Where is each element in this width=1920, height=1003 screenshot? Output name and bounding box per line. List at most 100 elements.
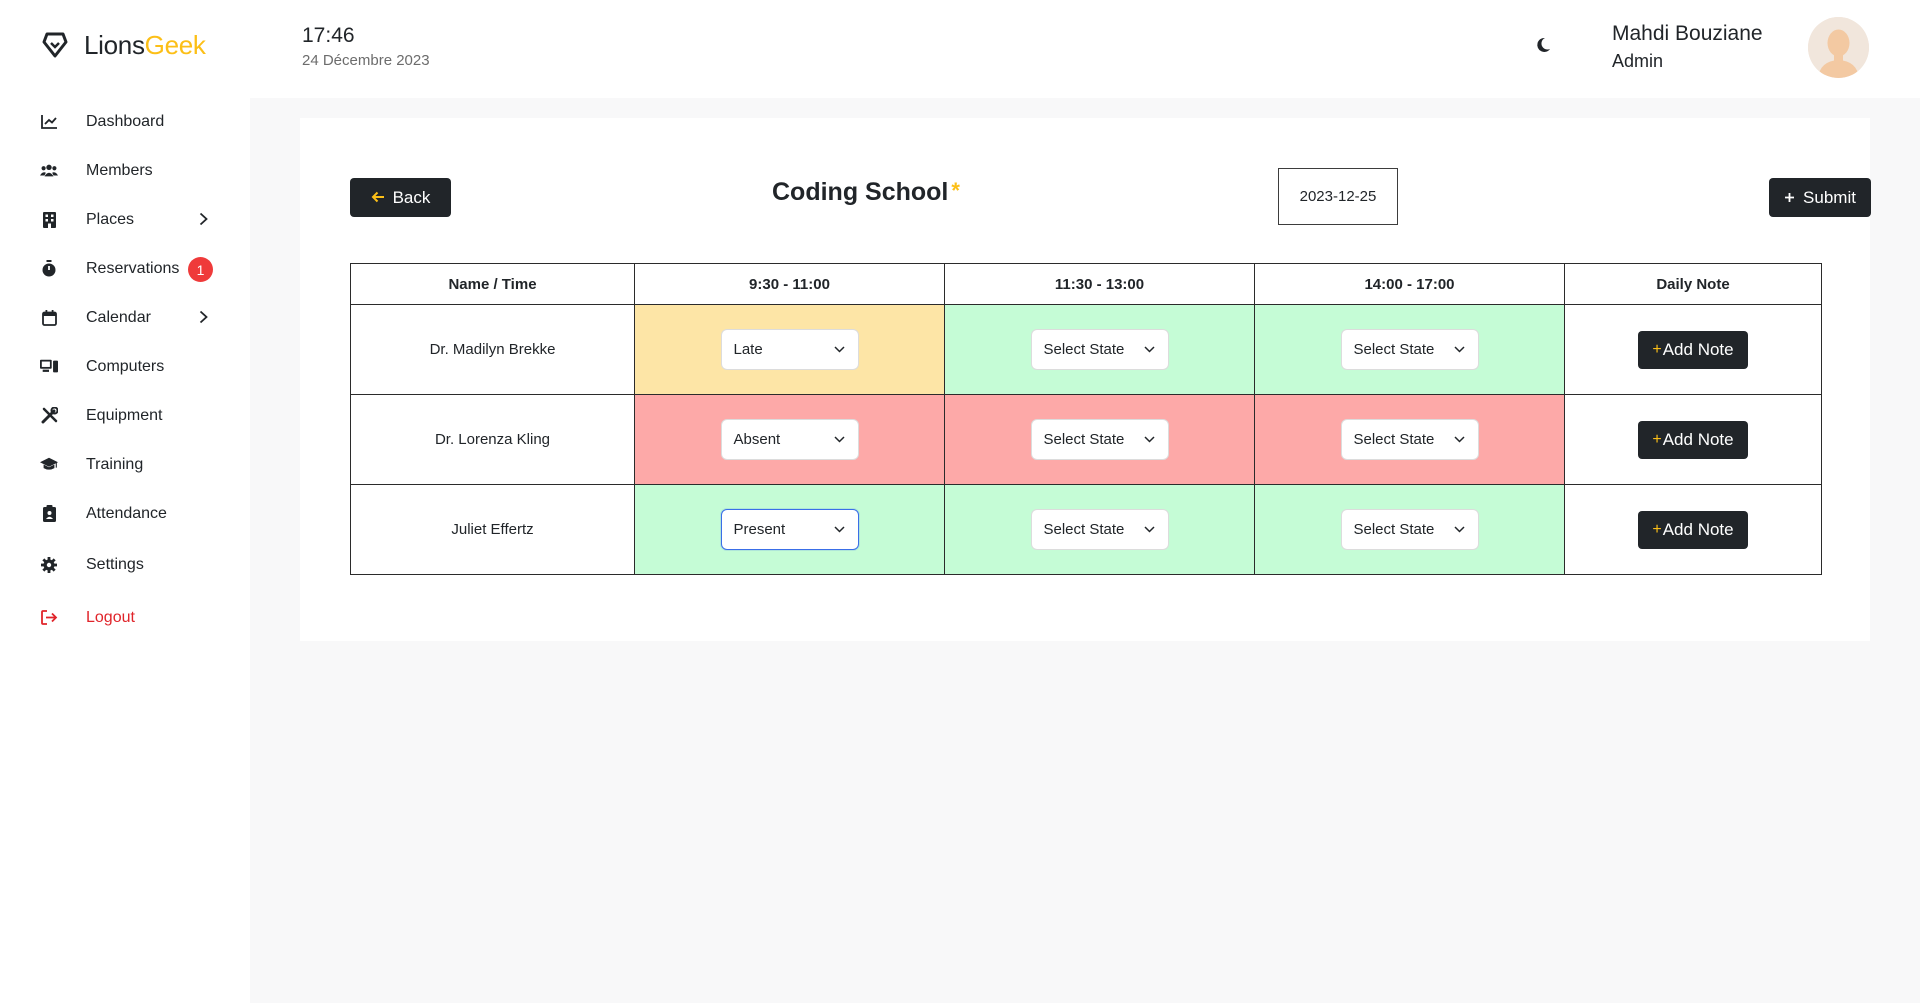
add-note-label: Add Note — [1662, 339, 1734, 359]
computer-icon — [40, 358, 58, 376]
current-date: 24 Décembre 2023 — [302, 52, 430, 69]
sidebar-item-label: Dashboard — [86, 112, 165, 130]
sidebar-item-dashboard[interactable]: Dashboard — [0, 97, 250, 146]
table-row: Dr. Madilyn Brekke Late Select State Sel… — [350, 304, 1822, 395]
attendance-table: Name / Time 9:30 - 11:00 11:30 - 13:00 1… — [350, 263, 1822, 575]
add-note-button[interactable]: + Add Note — [1638, 510, 1748, 549]
sidebar-item-label: Computers — [86, 357, 165, 375]
sidebar-item-training[interactable]: Training — [0, 440, 250, 489]
sidebar-item-label: Places — [86, 210, 135, 228]
chart-line-icon — [40, 113, 58, 131]
calendar-icon — [40, 309, 58, 327]
graduation-cap-icon — [40, 456, 58, 474]
note-cell: + Add Note — [1564, 394, 1822, 485]
add-note-label: Add Note — [1662, 519, 1734, 539]
moon-icon[interactable] — [1534, 36, 1554, 56]
slot-cell: Select State — [1254, 394, 1565, 485]
clipboard-user-icon — [40, 505, 58, 523]
users-icon — [40, 162, 58, 180]
state-select[interactable]: Select State — [1340, 509, 1479, 550]
sidebar-item-label: Equipment — [86, 406, 163, 424]
sidebar-item-settings[interactable]: Settings — [0, 540, 250, 589]
slot-cell: Select State — [1254, 304, 1565, 395]
sidebar-item-reservations[interactable]: Reservations 1 — [0, 244, 250, 293]
slot-cell: Select State — [944, 484, 1255, 575]
state-select-value: Select State — [1353, 521, 1435, 538]
logo[interactable]: LionsGeek — [40, 28, 206, 62]
sidebar-item-calendar[interactable]: Calendar — [0, 293, 250, 342]
chevron-right-icon[interactable] — [196, 309, 210, 325]
brand-name: LionsGeek — [84, 29, 206, 60]
state-select-value: Select State — [1043, 521, 1125, 538]
slot-cell: Select State — [944, 304, 1255, 395]
member-name: Dr. Madilyn Brekke — [350, 304, 635, 395]
notification-badge: 1 — [188, 257, 213, 282]
sidebar-nav: Dashboard Members Places Reservations 1 … — [0, 97, 250, 642]
submit-button[interactable]: Submit — [1769, 178, 1871, 217]
sidebar-item-computers[interactable]: Computers — [0, 342, 250, 391]
sidebar: LionsGeek Dashboard Members Places Reser… — [0, 0, 250, 1003]
state-select-value: Present — [733, 521, 786, 538]
table-row: Dr. Lorenza Kling Absent Select State Se… — [350, 394, 1822, 485]
column-header: Name / Time — [350, 263, 635, 305]
arrow-left-icon — [371, 188, 385, 208]
sidebar-item-label: Training — [86, 455, 144, 473]
add-note-button[interactable]: + Add Note — [1638, 420, 1748, 459]
date-input[interactable] — [1278, 168, 1398, 225]
member-name: Dr. Lorenza Kling — [350, 394, 635, 485]
chevron-down-icon — [1144, 434, 1156, 446]
sidebar-item-equipment[interactable]: Equipment — [0, 391, 250, 440]
required-mark: * — [951, 178, 960, 203]
chevron-right-icon[interactable] — [196, 211, 210, 227]
state-select[interactable]: Select State — [1030, 329, 1169, 370]
user-role: Admin — [1612, 51, 1664, 71]
sidebar-item-label: Settings — [86, 555, 144, 573]
lion-logo-icon — [40, 30, 70, 60]
chevron-down-icon — [834, 524, 846, 536]
slot-cell: Select State — [944, 394, 1255, 485]
chevron-down-icon — [1454, 524, 1466, 536]
avatar[interactable] — [1808, 17, 1869, 78]
state-select[interactable]: Select State — [1030, 509, 1169, 550]
slot-cell: Select State — [1254, 484, 1565, 575]
submit-button-label: Submit — [1803, 187, 1856, 207]
state-select-value: Select State — [1353, 341, 1435, 358]
sidebar-item-label: Reservations — [86, 259, 180, 277]
member-name: Juliet Effertz — [350, 484, 635, 575]
sidebar-item-label: Logout — [86, 608, 135, 626]
sidebar-item-label: Attendance — [86, 504, 167, 522]
state-select[interactable]: Select State — [1340, 419, 1479, 460]
logout-icon — [40, 609, 58, 627]
slot-cell: Late — [634, 304, 945, 395]
top-header: 17:46 24 Décembre 2023 Mahdi Bouziane Ad… — [250, 0, 1920, 98]
sidebar-item-places[interactable]: Places — [0, 195, 250, 244]
add-note-button[interactable]: + Add Note — [1638, 330, 1748, 369]
sidebar-item-members[interactable]: Members — [0, 146, 250, 195]
plus-icon: + — [1652, 430, 1662, 448]
state-select[interactable]: Absent — [720, 419, 859, 460]
add-note-label: Add Note — [1662, 429, 1734, 449]
state-select[interactable]: Late — [720, 329, 859, 370]
building-icon — [40, 211, 58, 229]
slot-cell: Present — [634, 484, 945, 575]
state-select[interactable]: Present — [720, 509, 859, 550]
table-row: Juliet Effertz Present Select State Sele… — [350, 484, 1822, 575]
sidebar-item-logout[interactable]: Logout — [0, 593, 250, 642]
state-select-value: Absent — [733, 431, 781, 448]
chevron-down-icon — [1144, 524, 1156, 536]
sidebar-item-label: Calendar — [86, 308, 151, 326]
page-title: Coding School * — [772, 178, 960, 207]
chevron-down-icon — [1454, 344, 1466, 356]
state-select[interactable]: Select State — [1340, 329, 1479, 370]
state-select-value: Select State — [1043, 431, 1125, 448]
state-select-value: Select State — [1353, 431, 1435, 448]
plus-icon — [1784, 188, 1795, 208]
state-select[interactable]: Select State — [1030, 419, 1169, 460]
slot-cell: Absent — [634, 394, 945, 485]
back-button[interactable]: Back — [350, 178, 451, 217]
chevron-down-icon — [834, 344, 846, 356]
state-select-value: Late — [733, 341, 763, 358]
plus-icon: + — [1652, 340, 1662, 358]
attendance-card: Back Coding School* Submit Name / Time 9… — [300, 118, 1871, 641]
sidebar-item-attendance[interactable]: Attendance — [0, 489, 250, 538]
